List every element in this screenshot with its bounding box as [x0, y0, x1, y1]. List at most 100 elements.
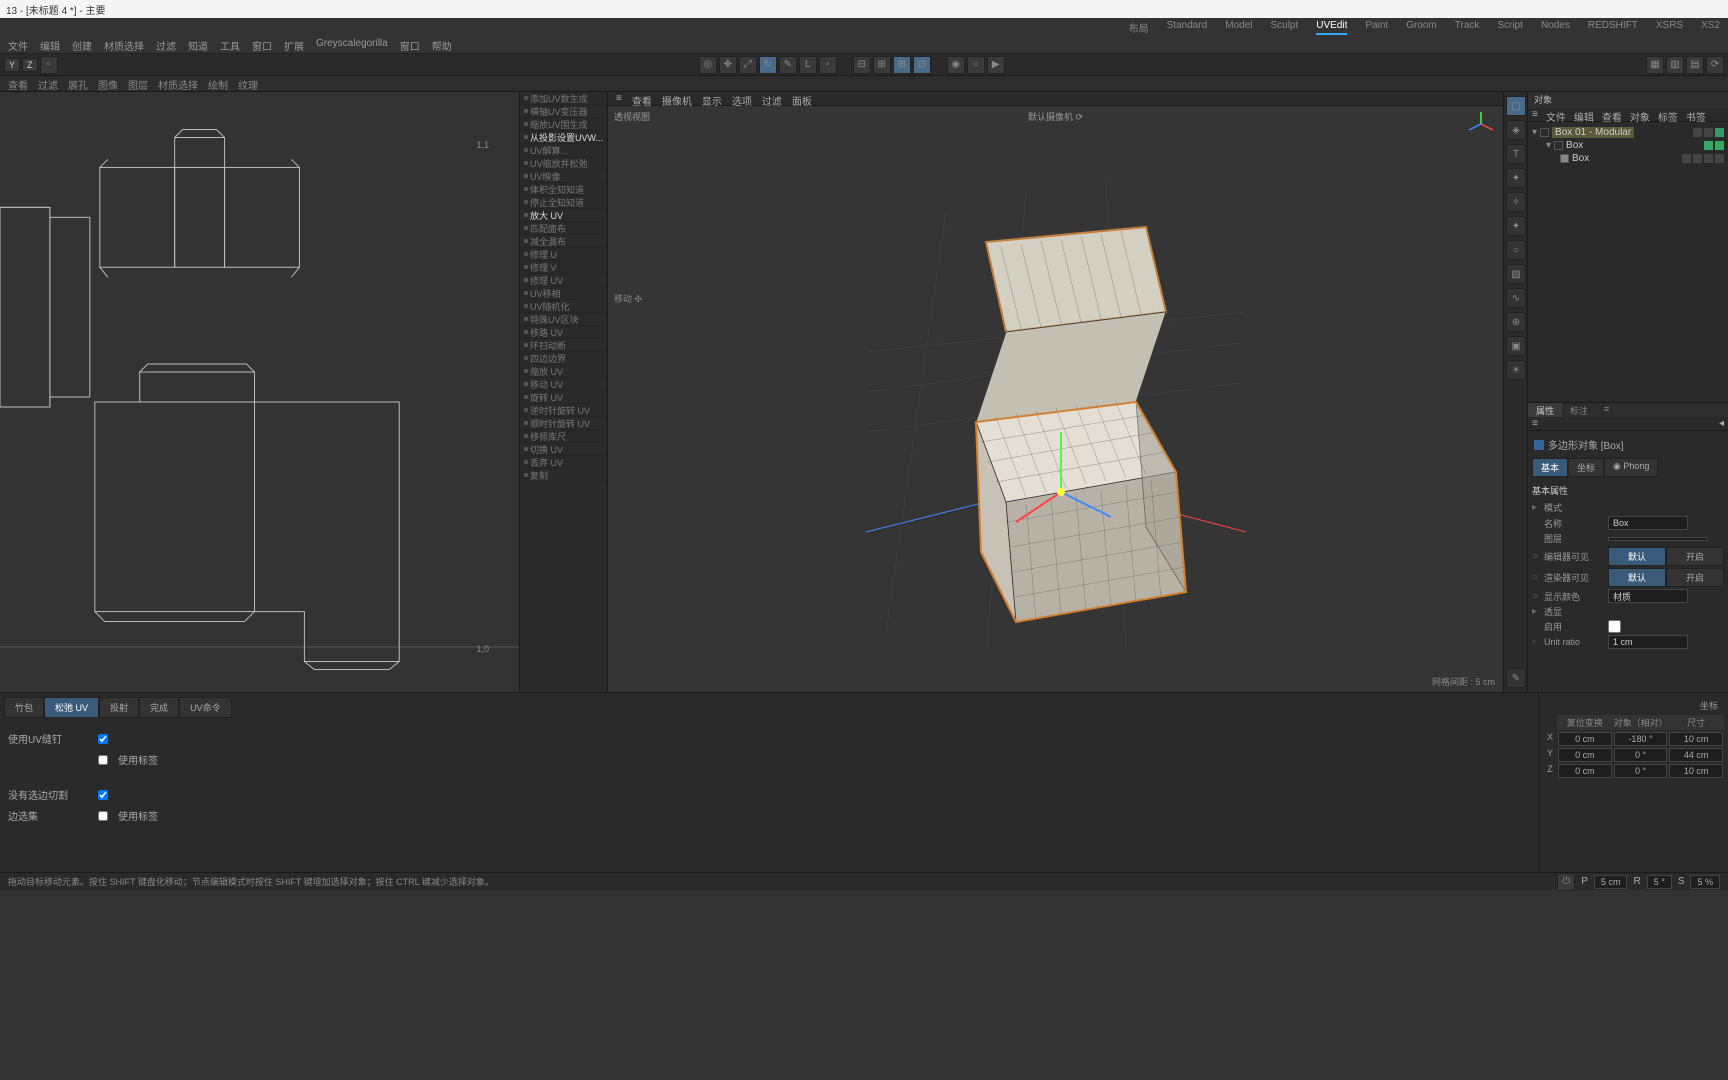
uv-command[interactable]: 匹配面布: [520, 222, 607, 235]
name-input[interactable]: [1608, 516, 1688, 530]
coord-input[interactable]: 0 °: [1614, 748, 1668, 762]
uv-command[interactable]: UV缩放并松弛: [520, 157, 607, 170]
menu-item[interactable]: 窗口: [252, 38, 272, 51]
power-icon[interactable]: ⏻: [1557, 873, 1575, 891]
attr-tab[interactable]: 属性: [1528, 403, 1562, 417]
mgr-menu-item[interactable]: 对象: [1630, 109, 1650, 120]
coord-input[interactable]: 10 cm: [1669, 764, 1723, 778]
uv-command[interactable]: 复制: [520, 469, 607, 482]
menu-item[interactable]: 扩展: [284, 38, 304, 51]
use-tag-checkbox[interactable]: [98, 755, 108, 765]
uv-command[interactable]: 修理 UV: [520, 274, 607, 287]
uv-command[interactable]: 四边边界: [520, 352, 607, 365]
camera-icon[interactable]: ▣: [1506, 336, 1526, 356]
coord-input[interactable]: 44 cm: [1669, 748, 1723, 762]
scale-step-input[interactable]: 5 %: [1690, 875, 1720, 889]
xaxis-icon[interactable]: ⊟: [853, 56, 871, 74]
bottom-tab[interactable]: UV命令: [179, 697, 232, 718]
menu-item[interactable]: 工具: [220, 38, 240, 51]
uv-command[interactable]: 修理 V: [520, 261, 607, 274]
no-edge-cut-checkbox[interactable]: [98, 790, 108, 800]
workspace-tab[interactable]: XS2: [1701, 20, 1720, 35]
viewport-menu-item[interactable]: 过滤: [762, 93, 782, 104]
workspace-tab[interactable]: Model: [1225, 20, 1252, 35]
uv-command[interactable]: 特殊UV区块: [520, 313, 607, 326]
axis-y[interactable]: Y: [4, 58, 20, 72]
uvtex-icon[interactable]: ▧: [1506, 264, 1526, 284]
render-icon[interactable]: ▶: [987, 56, 1005, 74]
viewport-menu-item[interactable]: ≡: [616, 93, 622, 104]
coord-input[interactable]: 0 cm: [1558, 748, 1612, 762]
light-icon[interactable]: ☀: [1506, 360, 1526, 380]
mgr-menu-item[interactable]: 查看: [1602, 109, 1622, 120]
axis-z[interactable]: Z: [22, 58, 38, 72]
cube-icon[interactable]: ◈: [1506, 120, 1526, 140]
bottom-tab[interactable]: 完成: [139, 697, 179, 718]
spline-icon[interactable]: ∿: [1506, 288, 1526, 308]
menu-item[interactable]: 帮助: [432, 38, 452, 51]
attr-tab[interactable]: ≡: [1596, 403, 1617, 417]
model-mode-icon[interactable]: ▢: [1506, 96, 1526, 116]
unit-input[interactable]: [1608, 635, 1688, 649]
tree-row[interactable]: ▾ Box: [1532, 139, 1724, 152]
uv-command[interactable]: 逆时针旋转 UV: [520, 404, 607, 417]
uv-command[interactable]: 移路 UV: [520, 326, 607, 339]
uv-command[interactable]: 停止全知知道: [520, 196, 607, 209]
use-uv-pin-checkbox[interactable]: [98, 734, 108, 744]
rotate-icon[interactable]: ↻: [759, 56, 777, 74]
uv-command[interactable]: 放大 UV: [520, 209, 607, 222]
enable-checkbox[interactable]: [1608, 620, 1621, 633]
uv-command[interactable]: 减全漏布: [520, 235, 607, 248]
editor-vis-toggle[interactable]: 默认开启: [1608, 547, 1724, 566]
submenu-item[interactable]: 图像: [98, 77, 118, 90]
viewport-menu-item[interactable]: 查看: [632, 93, 652, 104]
attr-subtab[interactable]: 基本: [1532, 458, 1568, 477]
mgr-menu-item[interactable]: 文件: [1546, 109, 1566, 120]
uv-command[interactable]: 添加UV数生成: [520, 92, 607, 105]
live-select-icon[interactable]: ◎: [699, 56, 717, 74]
submenu-item[interactable]: 纹理: [238, 77, 258, 90]
uv-command[interactable]: 环扫动断: [520, 339, 607, 352]
submenu-item[interactable]: 绘制: [208, 77, 228, 90]
uv-command[interactable]: 移师库尺: [520, 430, 607, 443]
edge-mode-icon[interactable]: ✧: [1506, 192, 1526, 212]
point-mode-icon[interactable]: ✦: [1506, 168, 1526, 188]
world-icon[interactable]: ⊕: [1506, 312, 1526, 332]
workspace-tab[interactable]: Standard: [1167, 20, 1208, 35]
uv-command[interactable]: 从投影设置UVW...: [520, 131, 607, 144]
attr-tab[interactable]: 标注: [1562, 403, 1596, 417]
tool-icon[interactable]: ▫: [819, 56, 837, 74]
mgr-menu-item[interactable]: 书签: [1686, 109, 1706, 120]
workspace-tab[interactable]: UVEdit: [1316, 20, 1347, 35]
bottom-tab[interactable]: 投射: [99, 697, 139, 718]
viewport-menu-item[interactable]: 选项: [732, 93, 752, 104]
use-tag2-checkbox[interactable]: [98, 811, 108, 821]
uv-command[interactable]: 缩放 UV: [520, 365, 607, 378]
tool-icon[interactable]: ✎: [1506, 668, 1526, 688]
uv-command[interactable]: 横轴UV变压器: [520, 105, 607, 118]
submenu-item[interactable]: 查看: [8, 77, 28, 90]
workspace-tab[interactable]: REDSHIFT: [1588, 20, 1638, 35]
menu-item[interactable]: 材质选择: [104, 38, 144, 51]
uv-editor[interactable]: 1,1 1,0: [0, 92, 520, 692]
workspace-tab[interactable]: XSRS: [1656, 20, 1683, 35]
viewport-menu-item[interactable]: 面板: [792, 93, 812, 104]
attr-menu-icon[interactable]: ≡: [1532, 418, 1538, 429]
menu-item[interactable]: 过滤: [156, 38, 176, 51]
menu-item[interactable]: 知道: [188, 38, 208, 51]
opivot-icon[interactable]: ○: [967, 56, 985, 74]
uv-command[interactable]: 丢弃 UV: [520, 456, 607, 469]
yaxis-icon[interactable]: ⊞: [873, 56, 891, 74]
uv-command[interactable]: 切换 UV: [520, 443, 607, 456]
menu-item[interactable]: 窗口: [400, 38, 420, 51]
coord-input[interactable]: 10 cm: [1669, 732, 1723, 746]
tree-row[interactable]: Box: [1532, 152, 1724, 165]
uv-command[interactable]: 体积全知知道: [520, 183, 607, 196]
layout-icon[interactable]: ▤: [1686, 56, 1704, 74]
workspace-tab[interactable]: Track: [1455, 20, 1480, 35]
tool-icon[interactable]: ▫: [40, 56, 58, 74]
uv-command[interactable]: UV映像: [520, 170, 607, 183]
coord-input[interactable]: 0 cm: [1558, 732, 1612, 746]
layout-icon[interactable]: ▦: [1646, 56, 1664, 74]
mgr-menu-item[interactable]: 编辑: [1574, 109, 1594, 120]
